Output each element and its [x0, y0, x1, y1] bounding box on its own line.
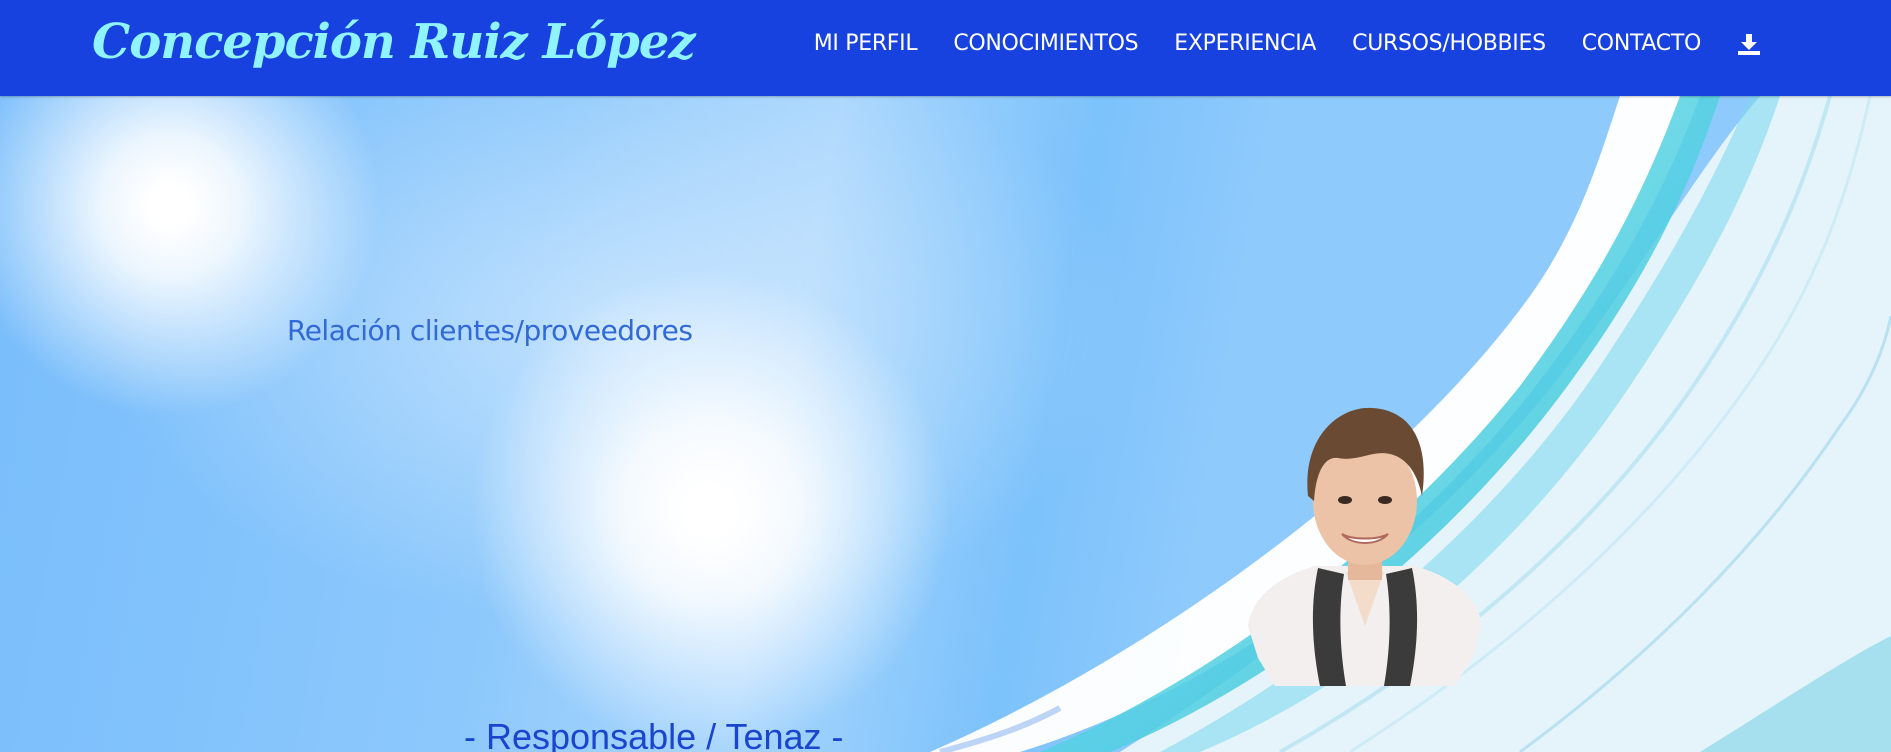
download-icon[interactable]: [1737, 32, 1761, 56]
background-waves: [930, 96, 1891, 752]
nav-link-contacto[interactable]: CONTACTO: [1582, 28, 1702, 60]
top-navbar: Concepción Ruiz López MI PERFIL CONOCIMI…: [0, 0, 1891, 96]
hero-tagline: Relación clientes/proveedores: [287, 314, 693, 347]
main-nav: MI PERFIL CONOCIMIENTOS EXPERIENCIA CURS…: [778, 28, 1761, 60]
nav-link-cursos-hobbies[interactable]: CURSOS/HOBBIES: [1352, 28, 1546, 60]
nav-link-mi-perfil[interactable]: MI PERFIL: [814, 28, 918, 60]
profile-photo: [1248, 407, 1482, 686]
hero-section: Relación clientes/proveedores - Responsa…: [0, 96, 1891, 752]
hero-motto: - Responsable / Tenaz -: [464, 716, 844, 752]
nav-link-conocimientos[interactable]: CONOCIMIENTOS: [953, 28, 1138, 60]
brand-title[interactable]: Concepción Ruiz López: [92, 10, 696, 74]
nav-link-experiencia[interactable]: EXPERIENCIA: [1174, 28, 1316, 60]
